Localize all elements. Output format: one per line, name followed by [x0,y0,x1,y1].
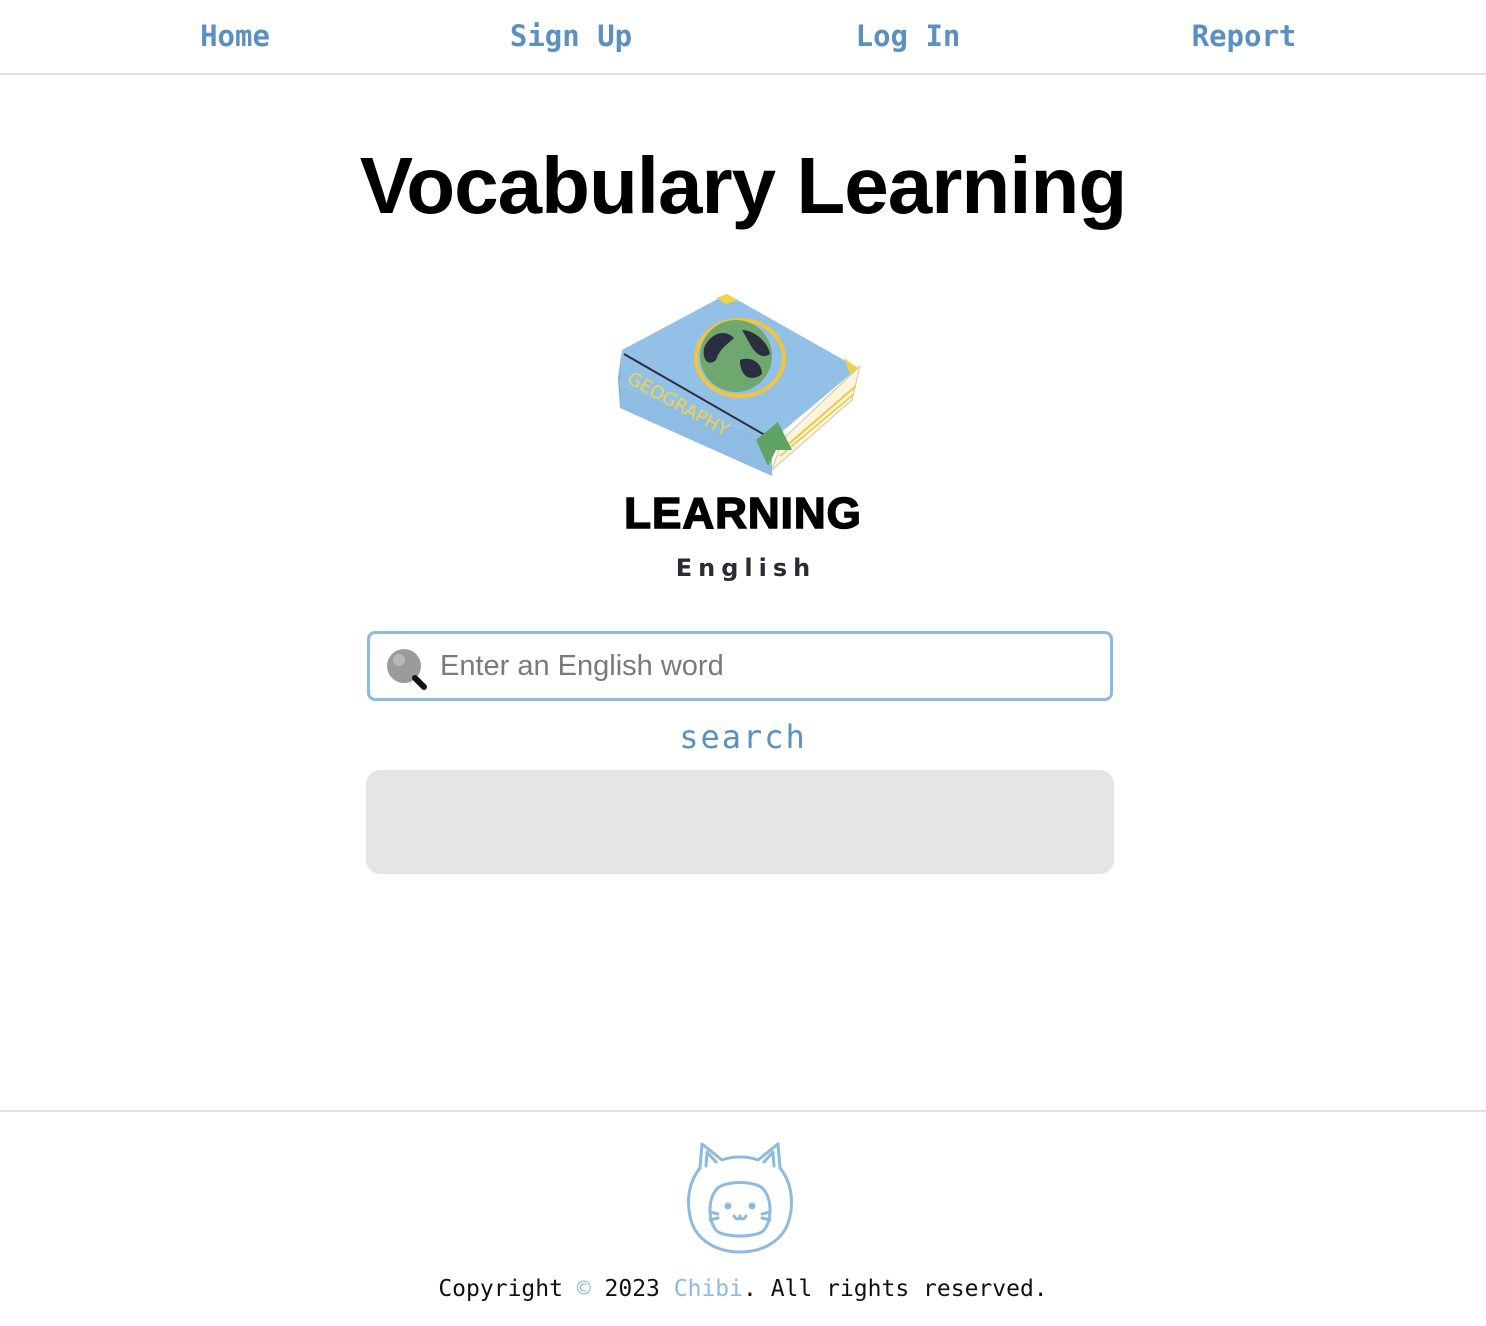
copyright-prefix: Copyright [438,1276,577,1302]
nav-home-link[interactable]: Home [200,16,270,56]
copyright-symbol: © [576,1276,591,1302]
logo: GEOGRAPHY [612,290,874,590]
logo-wordmark: LEARNING [623,488,862,539]
magnifier-icon [387,649,427,690]
nav-login-link[interactable]: Log In [856,16,961,56]
logo-subtitle: English [675,554,817,582]
search-button[interactable]: search [0,716,1486,758]
nav-report-link[interactable]: Report [1192,16,1297,56]
geography-book-icon: GEOGRAPHY [618,294,861,476]
copyright-text: Copyright © 2023 Chibi. All rights reser… [0,1272,1486,1306]
page-title: Vocabulary Learning [359,141,1127,230]
cat-mascot-icon [686,1142,794,1254]
nav-signup-link[interactable]: Sign Up [510,16,632,56]
brand-link[interactable]: Chibi [674,1276,743,1302]
footer: Copyright © 2023 Chibi. All rights reser… [0,1110,1486,1326]
top-nav: Home Sign Up Log In Report [0,0,1486,75]
search-input[interactable] [440,640,1100,692]
copyright-suffix: . All rights reserved. [743,1276,1048,1302]
copyright-year: 2023 [590,1276,674,1302]
search-box[interactable] [367,631,1113,701]
results-panel [366,770,1114,874]
search-button-label[interactable]: search [679,718,807,756]
